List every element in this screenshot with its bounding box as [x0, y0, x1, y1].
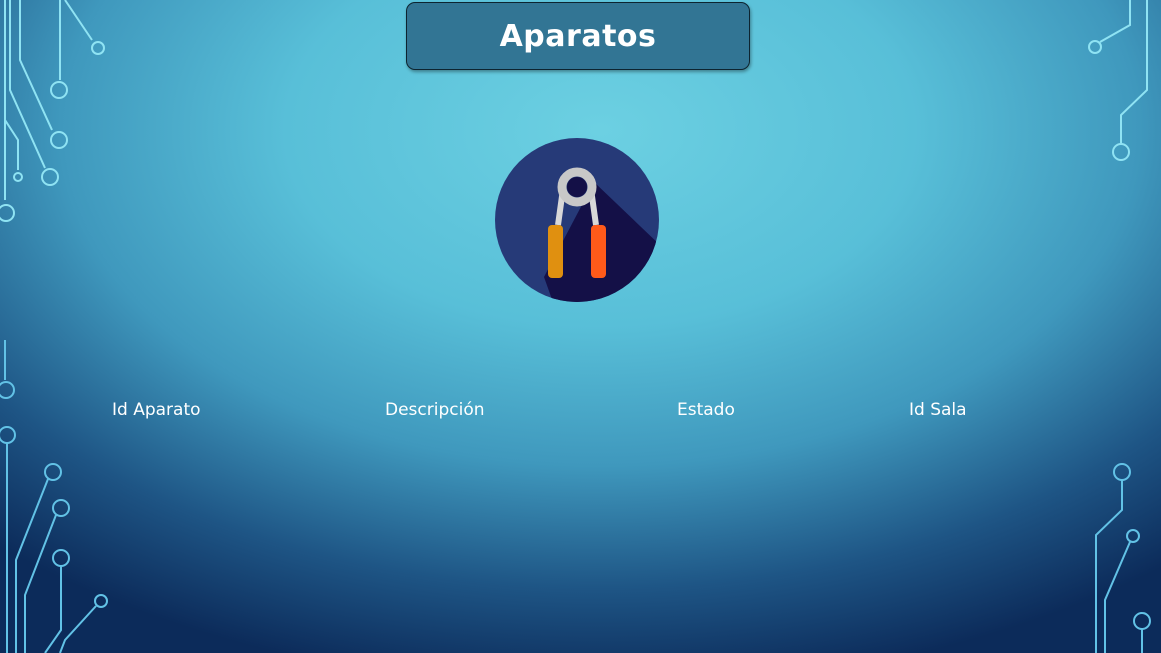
column-header-id-sala: Id Sala — [909, 400, 967, 420]
circuit-decoration — [0, 0, 1151, 653]
column-header-descripcion: Descripción — [385, 400, 485, 420]
title-banner: Aparatos — [406, 2, 750, 70]
circuit-top-right — [1088, 0, 1148, 161]
circuit-top-left — [0, 0, 105, 222]
column-header-id-aparato: Id Aparato — [112, 400, 201, 420]
page-title: Aparatos — [499, 18, 657, 54]
circuit-bottom-left — [0, 340, 108, 653]
hand-grip-icon — [495, 138, 659, 302]
column-header-estado: Estado — [677, 400, 735, 420]
circuit-bottom-right — [1095, 463, 1151, 653]
